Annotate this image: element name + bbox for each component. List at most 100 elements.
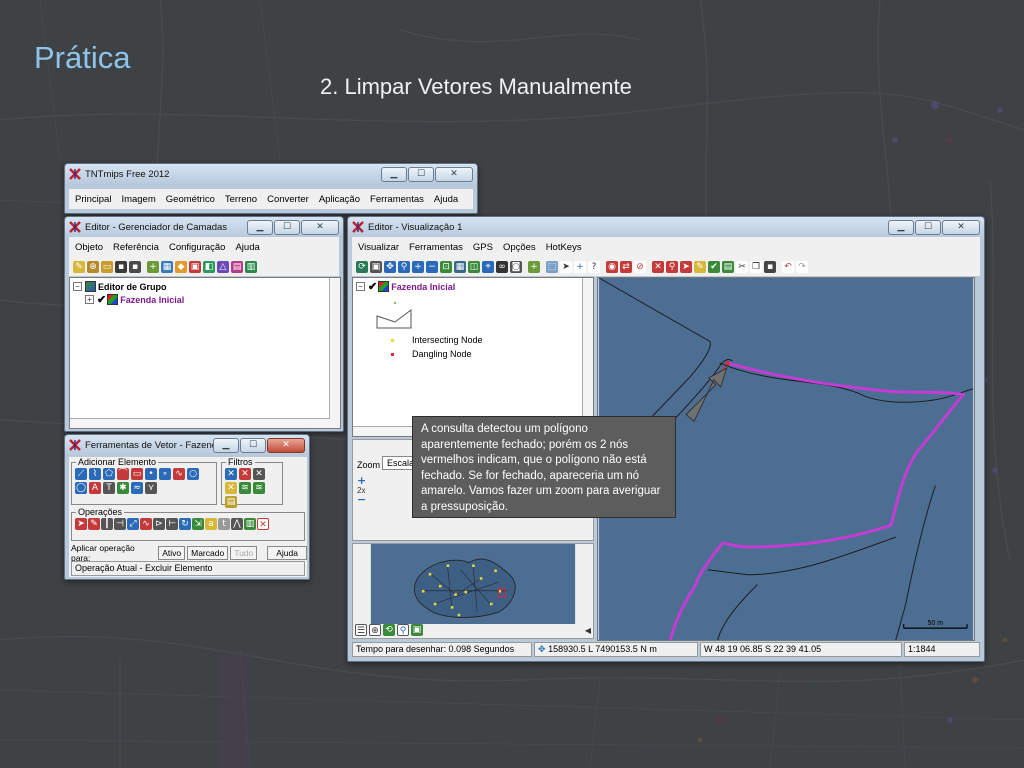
extend-icon[interactable]: ⊳ — [153, 518, 165, 530]
minimize-button[interactable]: ▁ — [888, 219, 914, 235]
paste-icon[interactable]: ▪ — [764, 260, 776, 273]
zoom-plus-icon[interactable]: + — [357, 475, 369, 486]
maximize-button[interactable]: ☐ — [408, 166, 434, 182]
zoom-slider[interactable]: + 2x − — [357, 475, 369, 516]
filter-dangle-icon[interactable]: ✕ — [225, 468, 237, 480]
minimize-button[interactable]: ▁ — [247, 219, 273, 235]
add-rectangle-icon[interactable]: ▭ — [131, 468, 143, 480]
open-icon[interactable]: ▭ — [101, 260, 113, 273]
print-icon[interactable]: ▤ — [722, 260, 734, 273]
markup-icon[interactable]: ✔ — [708, 260, 720, 273]
add-point-icon[interactable]: • — [145, 468, 157, 480]
label-op-icon[interactable]: a — [205, 518, 217, 530]
cut-icon[interactable]: ✂ — [736, 260, 748, 273]
maximize-button[interactable]: ☐ — [274, 219, 300, 235]
add-arc-icon[interactable]: ⌒ — [117, 468, 129, 480]
route-icon[interactable]: ⇄ — [620, 260, 632, 273]
filter-clean-icon[interactable]: ✕ — [225, 482, 237, 494]
apply-marked-button[interactable]: Marcado — [187, 546, 229, 560]
view-window-titlebar[interactable]: Editor - Visualização 1 ▁ ☐ ✕ — [348, 217, 984, 237]
collapse-left-icon[interactable]: ◀ — [585, 626, 591, 635]
add-polygon-icon[interactable]: ⬠ — [103, 468, 115, 480]
query-icon[interactable]: ? — [588, 260, 600, 273]
visibility-check-icon[interactable]: ✔ — [368, 280, 377, 293]
collapse-icon[interactable]: − — [356, 282, 365, 291]
add-layer-icon[interactable]: + — [528, 260, 540, 273]
menu-imagem[interactable]: Imagem — [121, 194, 155, 205]
stop-icon[interactable]: ⊘ — [634, 260, 646, 273]
filter-merge-icon[interactable]: ✕ — [253, 468, 265, 480]
save-as-icon[interactable]: ▪ — [129, 260, 141, 273]
select-arrow-icon[interactable]: ➤ — [75, 518, 87, 530]
raster-icon[interactable]: ▦ — [161, 260, 173, 273]
zoom-minus-icon[interactable]: − — [357, 494, 369, 505]
menu-ajuda[interactable]: Ajuda — [235, 242, 259, 253]
filter-smooth-icon[interactable]: ≋ — [253, 482, 265, 494]
delete-element-icon[interactable]: ✕ — [257, 518, 269, 530]
close-button[interactable]: ✕ — [301, 219, 339, 235]
vector-tools-titlebar[interactable]: Ferramentas de Vetor - Fazenda I... ▁ ☐ … — [65, 435, 309, 455]
redraw-icon[interactable]: ⟳ — [356, 260, 368, 273]
menu-hotkeys[interactable]: HotKeys — [546, 242, 582, 253]
arrow-tool-icon[interactable]: ➤ — [680, 260, 692, 273]
rotate-icon[interactable]: ↻ — [179, 518, 191, 530]
add-node-icon[interactable]: ∘ — [159, 468, 171, 480]
apply-active-button[interactable]: Ativo — [158, 546, 186, 560]
visibility-check-icon[interactable]: ✔ — [97, 293, 106, 306]
menu-gps[interactable]: GPS — [473, 242, 493, 253]
zoom-out-icon[interactable]: − — [426, 260, 438, 273]
new-layer-icon[interactable]: + — [147, 260, 159, 273]
redo-icon[interactable]: ↷ — [796, 260, 808, 273]
vertical-scrollbar[interactable] — [329, 278, 340, 428]
add-text-icon[interactable]: T — [103, 482, 115, 494]
add-trace-icon[interactable]: ⋎ — [145, 482, 157, 494]
cad-icon[interactable]: ▣ — [189, 260, 201, 273]
shape-icon[interactable]: ◆ — [175, 260, 187, 273]
add-line-icon[interactable]: ⟋ — [75, 468, 87, 480]
layer-manager-titlebar[interactable]: Editor - Gerenciador de Camadas ▁ ☐ ✕ — [65, 217, 343, 237]
reshape-icon[interactable]: ∿ — [140, 518, 152, 530]
add-layer-icon[interactable]: ✎ — [73, 260, 85, 273]
locator-zoom-icon[interactable]: ⊕ — [369, 624, 381, 636]
menu-principal[interactable]: Principal — [75, 194, 111, 205]
filter-thin-icon[interactable]: ≋ — [239, 482, 251, 494]
pan-icon[interactable]: ✥ — [384, 260, 396, 273]
menu-configuracao[interactable]: Configuração — [169, 242, 226, 253]
gps-icon[interactable]: ◉ — [606, 260, 618, 273]
menu-aplicacao[interactable]: Aplicação — [319, 194, 360, 205]
maximize-button[interactable]: ☐ — [240, 437, 266, 453]
zoom-in-icon[interactable]: + — [412, 260, 424, 273]
save-icon[interactable]: ▪ — [115, 260, 127, 273]
locator-list-icon[interactable]: ☰ — [355, 624, 367, 636]
add-polyline-icon[interactable]: ⌇ — [89, 468, 101, 480]
cancel-icon[interactable]: ✕ — [652, 260, 664, 273]
add-curve-icon[interactable]: ∿ — [173, 468, 185, 480]
menu-visualizar[interactable]: Visualizar — [358, 242, 399, 253]
find-icon[interactable]: ⚲ — [666, 260, 678, 273]
database-icon[interactable]: ▥ — [245, 260, 257, 273]
zoom-tab[interactable]: Zoom — [355, 460, 382, 470]
layers-icon[interactable]: ◫ — [468, 260, 480, 273]
menu-ferramentas[interactable]: Ferramentas — [370, 194, 424, 205]
add-ellipse-icon[interactable]: ◯ — [75, 482, 87, 494]
region-icon[interactable]: ◧ — [203, 260, 215, 273]
locator-find-icon[interactable]: ⚲ — [397, 624, 409, 636]
expand-icon[interactable]: + — [85, 295, 94, 304]
help-button[interactable]: Ajuda — [267, 546, 307, 560]
measure-icon[interactable]: ⌖ — [482, 260, 494, 273]
add-stream-icon[interactable]: ≈ — [131, 482, 143, 494]
node-tool-icon[interactable]: + — [574, 260, 586, 273]
scale-icon[interactable]: ⇲ — [192, 518, 204, 530]
menu-objeto[interactable]: Objeto — [75, 242, 103, 253]
apply-all-button[interactable]: Tudo — [230, 546, 258, 560]
minimize-button[interactable]: ▁ — [213, 437, 239, 453]
main-window-titlebar[interactable]: TNTmips Free 2012 ▁ ☐ ✕ — [65, 164, 477, 184]
add-symbol-icon[interactable]: ✱ — [117, 482, 129, 494]
move-icon[interactable]: ⤢ — [127, 518, 139, 530]
menu-geometrico[interactable]: Geométrico — [166, 194, 215, 205]
menu-referencia[interactable]: Referência — [113, 242, 159, 253]
minimize-button[interactable]: ▁ — [381, 166, 407, 182]
binoculars-icon[interactable]: ∞ — [496, 260, 508, 273]
menu-converter[interactable]: Converter — [267, 194, 309, 205]
split-icon[interactable]: ┃ — [101, 518, 113, 530]
